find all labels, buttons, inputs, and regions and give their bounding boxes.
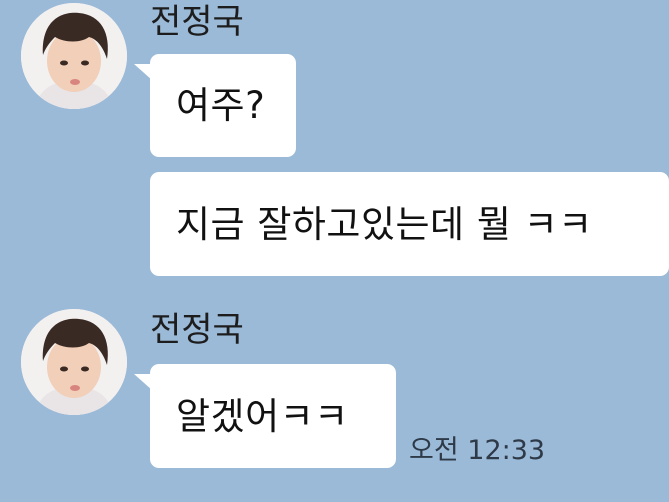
message-bubble[interactable]: 여주? [150, 54, 296, 157]
message-timestamp: 오전 12:33 [409, 435, 546, 466]
message-bubble[interactable]: 지금 잘하고있는데 뭘 ㅋㅋ [150, 172, 669, 276]
profile-photo-icon [21, 309, 127, 415]
sender-name: 전정국 [150, 310, 244, 350]
profile-photo-icon [21, 3, 127, 109]
sender-avatar[interactable] [21, 3, 127, 109]
sender-name: 전정국 [150, 2, 244, 42]
message-bubble[interactable]: 알겠어ㅋㅋ [150, 364, 396, 468]
sender-avatar[interactable] [21, 309, 127, 415]
